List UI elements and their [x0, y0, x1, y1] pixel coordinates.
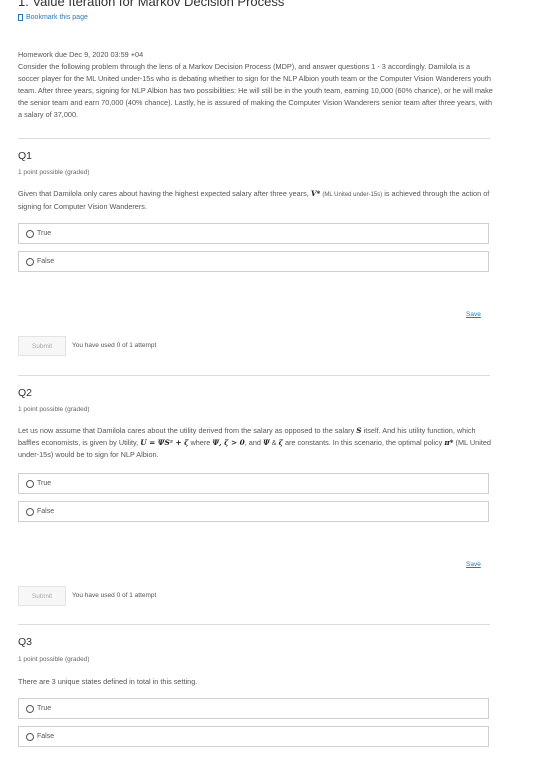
radio-button[interactable]: [26, 257, 34, 266]
problem-page: 1. Value Iteration for Markov Decision P…: [0, 0, 537, 758]
question-title: Q3: [18, 636, 33, 648]
option-label: False: [37, 258, 55, 265]
save-button[interactable]: Save: [466, 561, 481, 568]
question-text-part: There are 3 unique states defined in tot…: [18, 677, 198, 686]
question-points: 1 point possible (graded): [18, 169, 90, 176]
answer-option-true[interactable]: True: [18, 223, 489, 244]
math-expression: U = ΨS² + ζ: [140, 438, 189, 447]
option-label: False: [37, 508, 55, 515]
divider: [18, 138, 490, 139]
option-label: True: [37, 480, 52, 487]
save-button[interactable]: Save: [466, 311, 481, 318]
math-expression: π*: [444, 438, 454, 447]
question-title: Q1: [18, 150, 33, 162]
bookmark-icon: [18, 14, 23, 21]
page-title: 1. Value Iteration for Markov Decision P…: [18, 0, 285, 9]
attempts-text: You have used 0 of 1 attempt: [72, 342, 157, 349]
radio-button[interactable]: [26, 229, 34, 238]
question-text-part: are constants. In this scenario, the opt…: [284, 438, 443, 447]
question-points: 1 point possible (graded): [18, 656, 90, 663]
question-text-part: Let us now assume that Damilola cares ab…: [18, 426, 355, 435]
answer-option-false[interactable]: False: [18, 251, 489, 272]
divider: [18, 375, 490, 376]
radio-button[interactable]: [26, 732, 34, 741]
option-label: True: [37, 705, 52, 712]
bookmark-link[interactable]: Bookmark this page: [18, 14, 88, 21]
answer-option-true[interactable]: True: [18, 698, 489, 719]
homework-due: Homework due Dec 9, 2020 03:59 +04: [18, 50, 144, 59]
radio-button[interactable]: [26, 507, 34, 516]
submit-button[interactable]: Submit: [18, 336, 66, 356]
answer-option-false[interactable]: False: [18, 501, 489, 522]
question-text-part: &: [271, 438, 277, 447]
attempts-text: You have used 0 of 1 attempt: [72, 592, 157, 599]
math-expression: ζ: [278, 438, 283, 447]
math-subscript: (ML United under-15s): [322, 192, 383, 198]
submit-button[interactable]: Submit: [18, 586, 66, 606]
radio-button[interactable]: [26, 704, 34, 713]
bookmark-label: Bookmark this page: [26, 14, 88, 21]
answer-option-true[interactable]: True: [18, 473, 489, 494]
question-title: Q2: [18, 387, 33, 399]
question-text: There are 3 unique states defined in tot…: [18, 676, 494, 688]
question-text-part: Given that Damilola only cares about hav…: [18, 189, 309, 198]
intro-text: Consider the following problem through t…: [18, 62, 493, 119]
math-expression: V*: [310, 189, 321, 198]
radio-button[interactable]: [26, 479, 34, 488]
option-label: False: [37, 733, 55, 740]
question-text-part: where: [190, 438, 211, 447]
math-expression: Ψ: [262, 438, 270, 447]
problem-intro: Homework due Dec 9, 2020 03:59 +04 Consi…: [18, 49, 493, 121]
option-label: True: [37, 230, 52, 237]
question-text-part: , and: [244, 438, 261, 447]
question-text: Given that Damilola only cares about hav…: [18, 188, 494, 213]
divider: [18, 624, 490, 625]
question-points: 1 point possible (graded): [18, 406, 90, 413]
answer-option-false[interactable]: False: [18, 726, 489, 747]
question-text: Let us now assume that Damilola cares ab…: [18, 425, 494, 461]
math-expression: Ψ, ζ > 0: [212, 438, 245, 447]
math-expression: S: [356, 426, 362, 435]
